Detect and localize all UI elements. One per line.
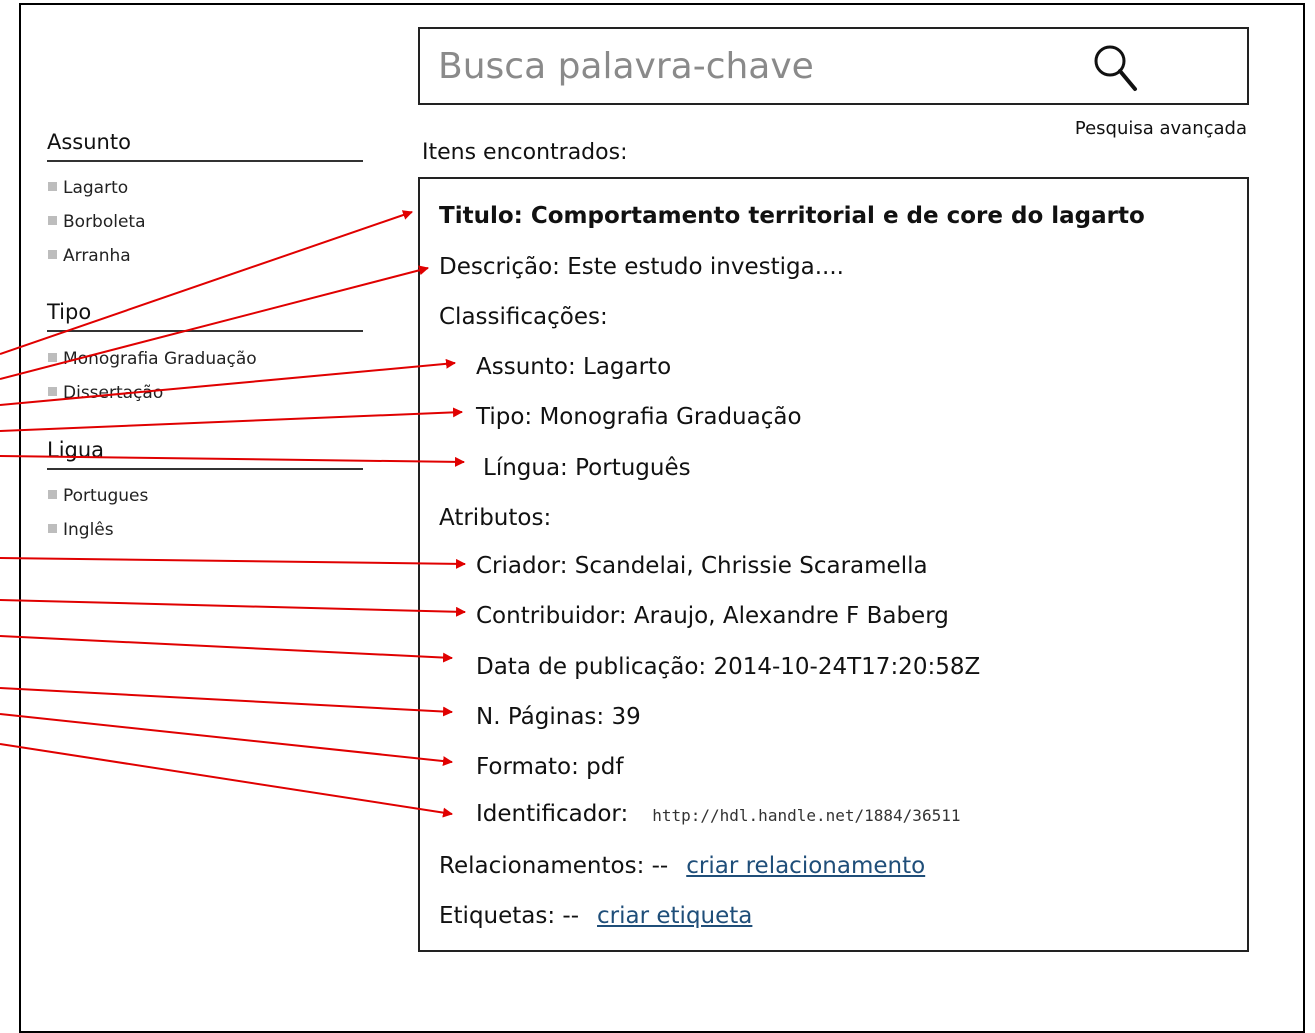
- result-title[interactable]: Titulo: Comportamento territorial e de c…: [439, 203, 1145, 229]
- facet-item[interactable]: Arranha: [48, 245, 146, 279]
- facet-item[interactable]: Borboleta: [48, 211, 146, 245]
- creator-field: Criador: Scandelai, Chrissie Scaramella: [476, 553, 928, 579]
- facet-list-tipo: Monografia Graduação Dissertação: [48, 348, 257, 416]
- format-field: Formato: pdf: [476, 754, 624, 780]
- facet-item[interactable]: Lagarto: [48, 177, 146, 211]
- facet-title-lingua: Ligua: [47, 438, 363, 470]
- facet-list-lingua: Portugues Inglês: [48, 485, 148, 553]
- facet-item[interactable]: Inglês: [48, 519, 148, 553]
- result-description: Descrição: Este estudo investiga....: [439, 254, 844, 280]
- identifier-field: Identificador: http://hdl.handle.net/1884…: [476, 801, 960, 827]
- advanced-search-link[interactable]: Pesquisa avançada: [1075, 118, 1247, 139]
- pub-date-field: Data de publicação: 2014-10-24T17:20:58Z: [476, 654, 981, 680]
- tags-row: Etiquetas: -- criar etiqueta: [439, 903, 752, 929]
- identifier-value[interactable]: http://hdl.handle.net/1884/36511: [652, 806, 960, 825]
- facet-title-assunto: Assunto: [47, 130, 363, 162]
- type-field: Tipo: Monografia Graduação: [476, 404, 802, 430]
- bullet-icon: [48, 216, 57, 225]
- bullet-icon: [48, 353, 57, 362]
- create-tag-link[interactable]: criar etiqueta: [597, 903, 752, 929]
- identifier-label: Identificador:: [476, 801, 629, 827]
- pages-field: N. Páginas: 39: [476, 704, 641, 730]
- search-input[interactable]: [438, 43, 1058, 89]
- bullet-icon: [48, 387, 57, 396]
- result-item: Titulo: Comportamento territorial e de c…: [418, 177, 1249, 952]
- bullet-icon: [48, 250, 57, 259]
- facet-item[interactable]: Portugues: [48, 485, 148, 519]
- relations-label: Relacionamentos: --: [439, 853, 669, 879]
- bullet-icon: [48, 524, 57, 533]
- facet-list-assunto: Lagarto Borboleta Arranha: [48, 177, 146, 279]
- classifications-label: Classificações:: [439, 304, 608, 330]
- contributor-field: Contribuidor: Araujo, Alexandre F Baberg: [476, 603, 949, 629]
- bullet-icon: [48, 490, 57, 499]
- language-field: Língua: Português: [483, 455, 691, 481]
- results-label: Itens encontrados:: [422, 140, 628, 165]
- facet-title-tipo: Tipo: [47, 300, 363, 332]
- bullet-icon: [48, 182, 57, 191]
- facet-item[interactable]: Dissertação: [48, 382, 257, 416]
- relations-row: Relacionamentos: -- criar relacionamento: [439, 853, 925, 879]
- search-box[interactable]: [418, 27, 1249, 105]
- subject-field: Assunto: Lagarto: [476, 354, 672, 380]
- attributes-label: Atributos:: [439, 505, 552, 531]
- facet-item[interactable]: Monografia Graduação: [48, 348, 257, 382]
- search-icon[interactable]: [1086, 37, 1146, 97]
- create-relation-link[interactable]: criar relacionamento: [686, 853, 925, 879]
- tags-label: Etiquetas: --: [439, 903, 580, 929]
